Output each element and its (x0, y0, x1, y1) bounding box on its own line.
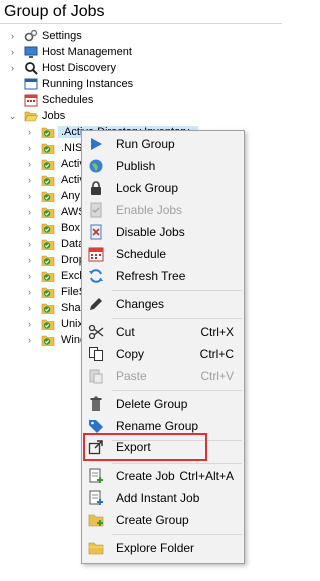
chevron-right-icon[interactable]: › (25, 207, 34, 217)
folder-open-icon (24, 111, 38, 122)
scissors-icon (88, 324, 104, 340)
gears-icon (24, 29, 38, 42)
tree-item-host-management[interactable]: › Host Management (0, 44, 282, 60)
folder-check-icon (41, 175, 55, 186)
menu-separator (112, 463, 242, 464)
tree-item-label: Any (61, 190, 80, 202)
chevron-down-icon[interactable]: ⌄ (8, 111, 17, 121)
menu-item-cut[interactable]: Cut Ctrl+X (82, 322, 244, 342)
folder-check-icon (41, 207, 55, 218)
folder-check-icon (41, 319, 55, 330)
tree-item-jobs[interactable]: ⌄ Jobs (0, 108, 282, 124)
chevron-right-icon[interactable]: › (25, 175, 34, 185)
tree-item-label: Box (61, 222, 80, 234)
tree-item-settings[interactable]: › Settings (0, 28, 282, 44)
folder-check-icon (41, 159, 55, 170)
menu-item-enable-jobs[interactable]: Enable Jobs (82, 200, 244, 220)
globe-icon (89, 159, 103, 173)
folder-check-icon (41, 239, 55, 250)
export-highlight-box (83, 433, 207, 461)
menu-item-create-job[interactable]: Create Job Ctrl+Alt+A (82, 466, 244, 486)
menu-item-copy[interactable]: Copy Ctrl+C (82, 344, 244, 364)
menu-separator (112, 390, 242, 391)
pencil-icon (90, 298, 102, 310)
folder-check-icon (41, 287, 55, 298)
folder-check-icon (41, 335, 55, 346)
tree-item-schedules[interactable]: Schedules (0, 92, 282, 108)
folder-check-icon (41, 223, 55, 234)
tree-item-label: Host Discovery (42, 62, 116, 74)
trash-icon (90, 396, 102, 411)
menu-item-explore-folder[interactable]: Explore Folder (82, 538, 244, 558)
menu-item-refresh-tree[interactable]: Refresh Tree (82, 266, 244, 286)
tree-item-label: Unix (61, 318, 84, 330)
chevron-right-icon[interactable]: › (25, 303, 34, 313)
tree-item-host-discovery[interactable]: › Host Discovery (0, 60, 282, 76)
instant-job-icon (89, 490, 103, 505)
context-menu: Run Group Publish Lock Group Enable Jobs… (81, 130, 245, 564)
copy-icon (89, 347, 103, 361)
chevron-right-icon[interactable]: › (8, 47, 17, 57)
chevron-right-icon[interactable]: › (25, 143, 34, 153)
calendar-icon (88, 247, 104, 262)
paste-icon (89, 369, 103, 384)
new-folder-icon (88, 514, 104, 527)
refresh-icon (89, 269, 103, 283)
menu-item-schedule[interactable]: Schedule (82, 244, 244, 264)
folder-check-icon (41, 127, 55, 138)
menu-item-publish[interactable]: Publish (82, 156, 244, 176)
tree-item-label: .NIS (61, 142, 83, 154)
tree-item-label: Settings (42, 30, 82, 42)
chevron-right-icon[interactable]: › (25, 191, 34, 201)
chevron-right-icon[interactable]: › (25, 239, 34, 249)
menu-item-delete-group[interactable]: Delete Group (82, 394, 244, 414)
chevron-right-icon[interactable]: › (25, 255, 34, 265)
window-icon (24, 78, 38, 90)
chevron-right-icon[interactable]: › (25, 319, 34, 329)
chevron-right-icon[interactable]: › (25, 223, 34, 233)
folder-icon (88, 542, 104, 555)
menu-item-add-instant-job[interactable]: Add Instant Job (82, 488, 244, 508)
window-title: Group of Jobs (0, 0, 282, 24)
tree-item-label: Running Instances (42, 78, 134, 90)
folder-check-icon (41, 143, 55, 154)
menu-item-disable-jobs[interactable]: Disable Jobs (82, 222, 244, 242)
chevron-right-icon[interactable]: › (25, 159, 34, 169)
menu-item-create-group[interactable]: Create Group (82, 510, 244, 530)
folder-check-icon (41, 255, 55, 266)
tree-item-label: Schedules (42, 94, 94, 106)
tag-icon (89, 420, 103, 433)
chevron-right-icon[interactable]: › (8, 31, 17, 41)
tree-item-running-instances[interactable]: Running Instances (0, 76, 282, 92)
chevron-right-icon[interactable]: › (8, 63, 17, 73)
chevron-right-icon[interactable]: › (25, 271, 34, 281)
chevron-right-icon[interactable]: › (25, 127, 34, 137)
magnifier-icon (25, 62, 38, 75)
folder-check-icon (41, 303, 55, 314)
chevron-right-icon[interactable]: › (25, 335, 34, 345)
new-job-icon (89, 468, 103, 483)
menu-item-run-group[interactable]: Run Group (82, 134, 244, 154)
folder-check-icon (41, 271, 55, 282)
disable-icon (90, 224, 102, 240)
play-icon (91, 138, 102, 150)
monitor-icon (24, 46, 38, 58)
menu-separator (112, 534, 242, 535)
menu-item-lock-group[interactable]: Lock Group (82, 178, 244, 198)
lock-icon (91, 181, 101, 195)
folder-check-icon (41, 191, 55, 202)
menu-separator (112, 290, 242, 291)
calendar-icon (24, 94, 38, 107)
enable-icon (90, 202, 102, 218)
menu-item-changes[interactable]: Changes (82, 294, 244, 314)
tree-item-label: Jobs (42, 110, 66, 122)
tree-item-label: Host Management (42, 46, 132, 58)
menu-separator (112, 318, 242, 319)
chevron-right-icon[interactable]: › (25, 287, 34, 297)
menu-item-paste[interactable]: Paste Ctrl+V (82, 366, 244, 386)
